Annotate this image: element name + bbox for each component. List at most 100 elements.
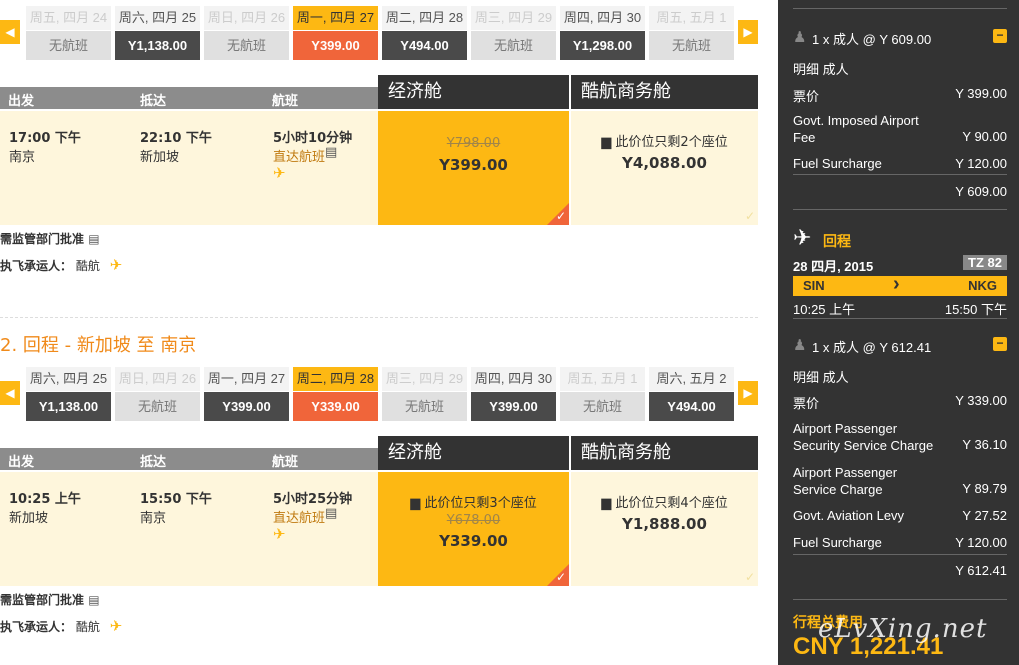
collapse-toggle-icon[interactable]: − — [993, 29, 1007, 43]
date-tab[interactable]: 周四, 四月 30 Y399.00 — [471, 367, 556, 423]
business-price: Y1,888.00 — [622, 515, 707, 533]
pax-summary: 1 x 成人 @ Y 612.41 — [812, 340, 932, 355]
date-tab[interactable]: 周五, 五月 1 无航班 — [649, 6, 734, 62]
return-title: 回程 — [823, 233, 851, 249]
economy-price: Y339.00 — [439, 532, 508, 550]
date-tab[interactable]: 周六, 五月 2 Y494.00 — [649, 367, 734, 423]
direct-flight-link[interactable]: 直达航班 — [273, 507, 325, 526]
collapse-toggle-icon[interactable]: − — [993, 337, 1007, 351]
date-tab[interactable]: 周日, 四月 26 无航班 — [115, 367, 200, 423]
date-tab[interactable]: 周一, 四月 27 Y399.00 — [204, 367, 289, 423]
passenger-icon: ♟ — [793, 29, 807, 46]
date-tab[interactable]: 周六, 四月 25 Y1,138.00 — [115, 6, 200, 62]
date-fare: 无航班 — [115, 392, 200, 421]
date-tab-selected[interactable]: 周二, 四月 28 Y339.00 — [293, 367, 378, 423]
destination-code: NKG — [968, 278, 997, 293]
date-tab[interactable]: 周三, 四月 29 无航班 — [471, 6, 556, 62]
fee-amount: Y 399.00 — [955, 86, 1007, 101]
flight-table-header: 出发 抵达 航班 — [0, 448, 378, 470]
site-watermark: eLvXing.net — [818, 614, 988, 644]
date-tab[interactable]: 周日, 四月 26 无航班 — [204, 6, 289, 62]
depart-city: 南京 — [9, 150, 36, 165]
date-fare: 无航班 — [204, 31, 289, 60]
date-label: 周日, 四月 26 — [204, 6, 289, 30]
fee-amount: Y 27.52 — [962, 508, 1007, 523]
date-tab[interactable]: 周四, 四月 30 Y1,298.00 — [560, 6, 645, 62]
date-label: 周二, 四月 28 — [382, 6, 467, 30]
fee-amount: Y 120.00 — [955, 156, 1007, 171]
fee-name: Govt. Imposed Airport Fee — [793, 113, 919, 145]
date-fare: 无航班 — [649, 31, 734, 60]
passenger-icon: ♟ — [793, 337, 807, 354]
next-dates-arrow-icon[interactable]: ▶ — [738, 20, 758, 44]
prev-dates-arrow-icon[interactable]: ◀ — [0, 20, 20, 44]
return-total: Y 612.41 — [955, 563, 1007, 578]
original-price: Y678.00 — [446, 513, 501, 528]
header-flight: 航班 — [272, 94, 299, 109]
date-fare: 无航班 — [471, 31, 556, 60]
document-icon[interactable]: ▤ — [325, 145, 337, 160]
document-icon[interactable]: ▤ — [325, 506, 337, 521]
business-cabin-header: 酷航商务舱 — [571, 75, 758, 109]
economy-price: Y399.00 — [439, 156, 508, 174]
header-arrive: 抵达 — [140, 94, 167, 109]
date-tab[interactable]: 周三, 四月 29 无航班 — [382, 367, 467, 423]
flight-table-header: 出发 抵达 航班 — [0, 87, 378, 109]
seat-icon: ▆ — [410, 496, 425, 511]
date-fare: Y399.00 — [204, 392, 289, 421]
arrive-city: 南京 — [140, 511, 167, 526]
seats-remaining: ▆ 此价位只剩2个座位 — [571, 131, 758, 150]
date-label: 周五, 四月 24 — [26, 6, 111, 30]
date-tab-selected[interactable]: 周一, 四月 27 Y399.00 — [293, 6, 378, 62]
fee-amount: Y 89.79 — [962, 481, 1007, 496]
date-tab[interactable]: 周六, 四月 25 Y1,138.00 — [26, 367, 111, 423]
outbound-total: Y 609.00 — [955, 184, 1007, 199]
date-label: 周三, 四月 29 — [471, 6, 556, 30]
route-bar: SIN › NKG — [793, 273, 1007, 296]
date-tab[interactable]: 周五, 五月 1 无航班 — [560, 367, 645, 423]
flight-duration: 5小时25分钟 — [273, 492, 353, 507]
original-price: Y798.00 — [446, 136, 501, 151]
date-fare: 无航班 — [560, 392, 645, 421]
divider — [793, 174, 1007, 175]
detail-label: 明细 成人 — [793, 370, 849, 385]
flight-number-badge: TZ 82 — [963, 255, 1007, 270]
date-fare: Y494.00 — [382, 31, 467, 60]
arrive-city: 新加坡 — [140, 150, 180, 165]
seat-icon: ▆ — [601, 135, 616, 150]
plane-icon: ✈ — [109, 256, 123, 274]
document-icon[interactable]: ▤ — [88, 593, 99, 607]
fee-name: Airport Passenger Security Service Charg… — [793, 421, 934, 453]
fee-name: Govt. Aviation Levy — [793, 508, 905, 523]
economy-cabin-header: 经济舱 — [378, 75, 569, 109]
carrier-note: 执飞承运人： 酷航 ✈ — [0, 617, 122, 635]
next-dates-arrow-icon[interactable]: ▶ — [738, 381, 758, 405]
carrier-name: 酷航 — [75, 259, 100, 273]
date-tab[interactable]: 周五, 四月 24 无航班 — [26, 6, 111, 62]
date-label: 周五, 五月 1 — [560, 367, 645, 391]
business-fare-cell[interactable]: ▆ 此价位只剩2个座位 Y4,088.00 ✓ — [571, 111, 758, 225]
date-tab[interactable]: 周二, 四月 28 Y494.00 — [382, 6, 467, 62]
economy-fare-cell[interactable]: ▆ 此价位只剩3个座位 Y678.00 Y339.00 ✓ — [378, 472, 569, 586]
document-icon[interactable]: ▤ — [88, 232, 99, 246]
carrier-label: 执飞承运人： — [0, 259, 73, 273]
origin-code: SIN — [803, 278, 825, 293]
depart-city: 新加坡 — [9, 511, 49, 526]
economy-fare-cell[interactable]: Y798.00 Y399.00 ✓ — [378, 111, 569, 225]
date-fare: Y494.00 — [649, 392, 734, 421]
direct-flight-link[interactable]: 直达航班 — [273, 146, 325, 165]
date-fare: Y399.00 — [471, 392, 556, 421]
divider — [793, 599, 1007, 600]
date-fare: Y1,298.00 — [560, 31, 645, 60]
business-price: Y4,088.00 — [622, 154, 707, 172]
arrive-time: 22:10 下午 — [140, 131, 212, 146]
prev-dates-arrow-icon[interactable]: ◀ — [0, 381, 20, 405]
header-arrive: 抵达 — [140, 455, 167, 470]
depart-time: 10:25 上午 — [9, 492, 81, 507]
departure-time: 10:25 上午 — [793, 302, 856, 317]
checkmark-icon: ✓ — [555, 209, 566, 223]
approval-text: 需监管部门批准 — [0, 593, 85, 607]
date-label: 周五, 五月 1 — [649, 6, 734, 30]
business-fare-cell[interactable]: ▆ 此价位只剩4个座位 Y1,888.00 ✓ — [571, 472, 758, 586]
header-depart: 出发 — [8, 455, 35, 470]
